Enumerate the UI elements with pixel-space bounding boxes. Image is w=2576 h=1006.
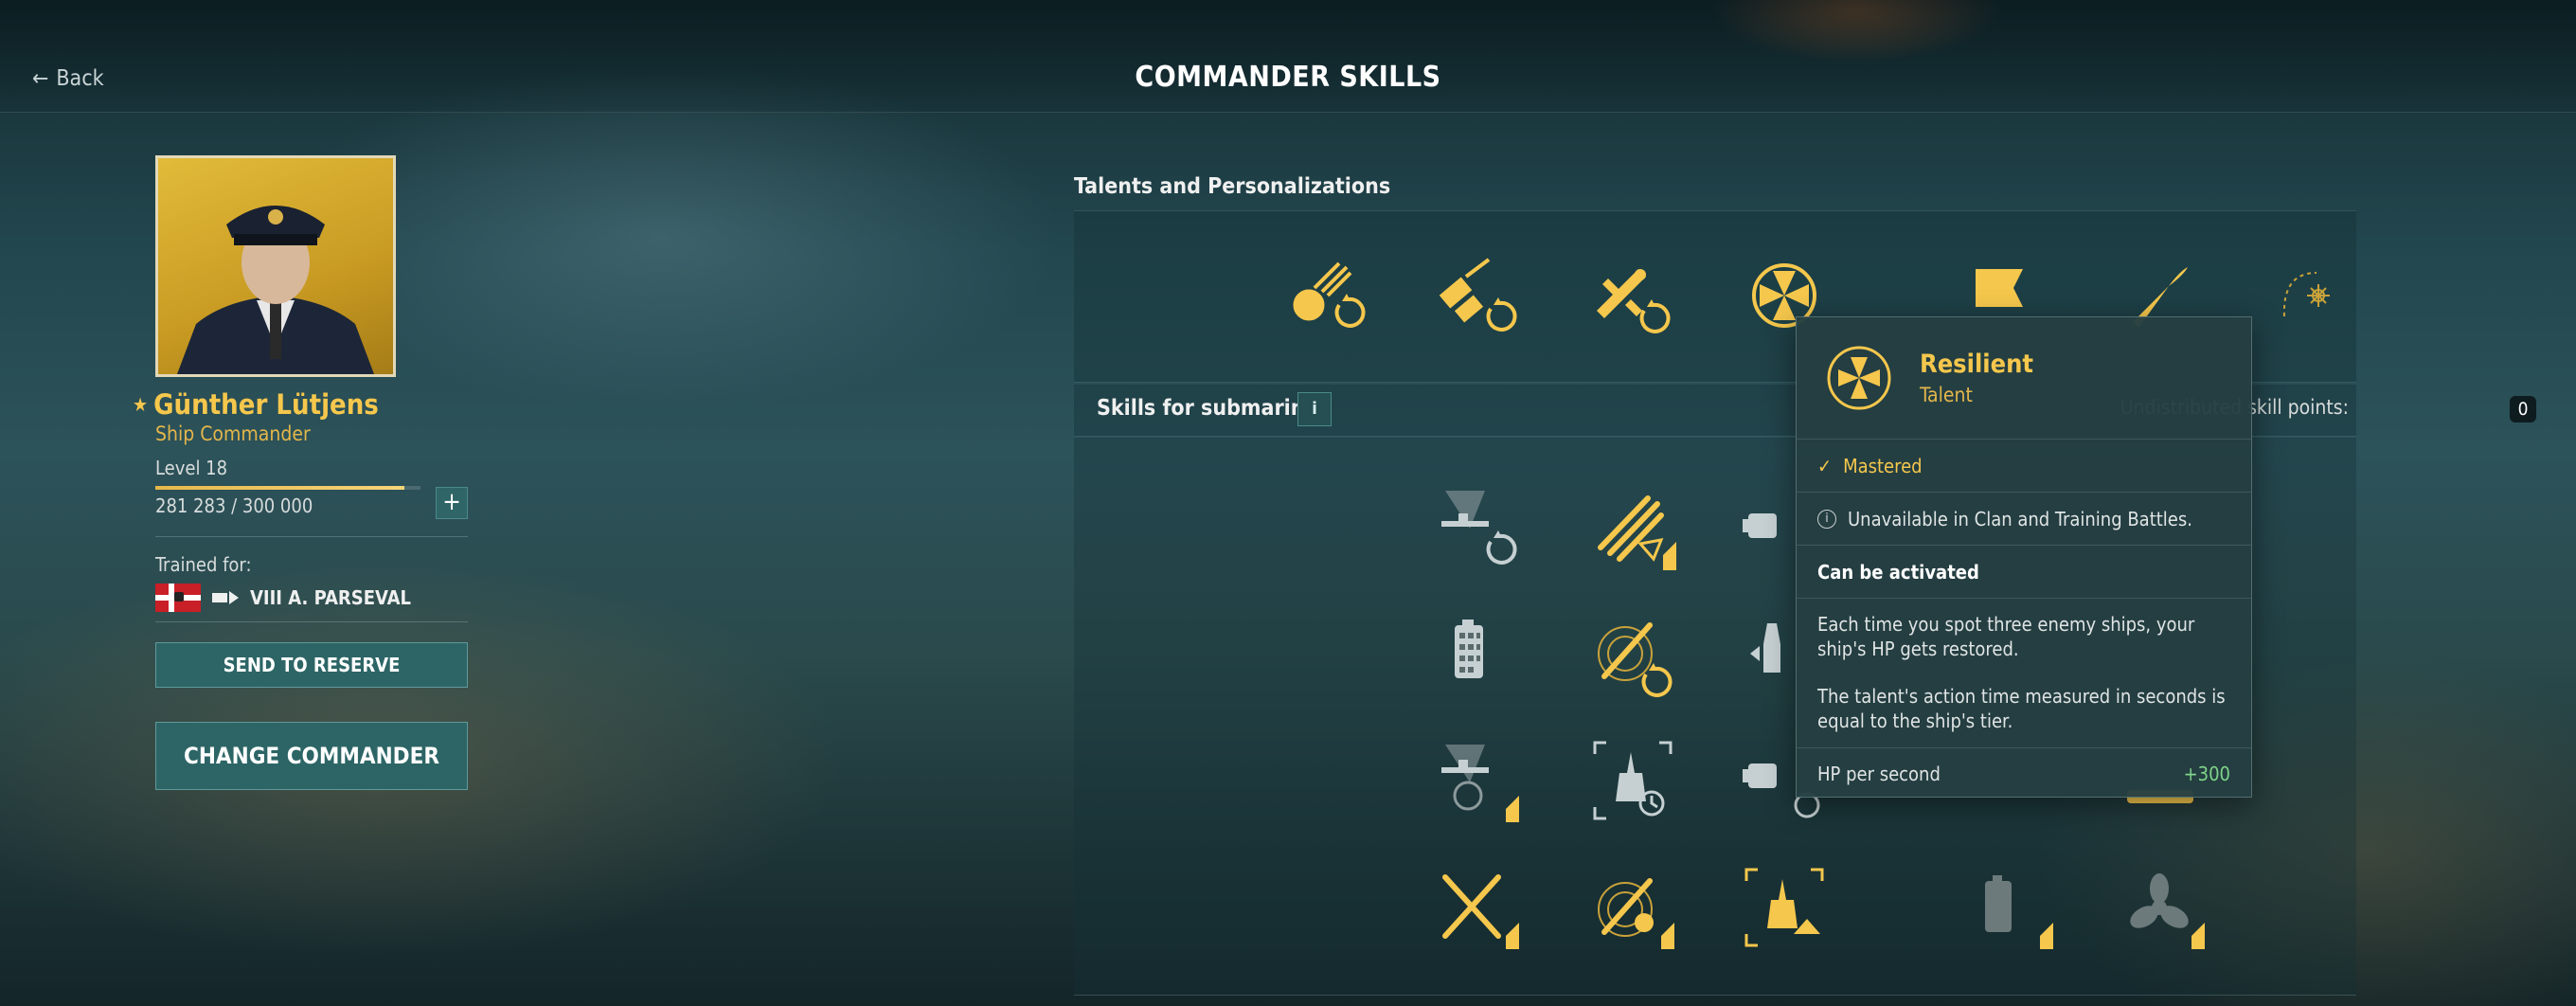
skill-sonar-speed-icon[interactable] (1432, 735, 1523, 826)
tooltip-title: Resilient (1920, 350, 2033, 379)
commander-name-text: Günther Lütjens (153, 388, 379, 421)
commander-name: ★ Günther Lütjens (133, 388, 379, 421)
send-to-reserve-button[interactable]: SEND TO RESERVE (155, 642, 468, 688)
tooltip-subtitle: Talent (1920, 384, 1973, 406)
talent-depth-charge-reload-icon[interactable] (1432, 250, 1523, 341)
stat-label: HP per second (1817, 763, 1941, 785)
talent-sonar-ping-icon[interactable] (2265, 250, 2356, 341)
commander-portrait (155, 155, 396, 377)
mastered-text: Mastered (1843, 454, 1923, 477)
tooltip-description: Each time you spot three enemy ships, yo… (1797, 599, 2251, 748)
skill-battery-icon[interactable] (1432, 606, 1523, 697)
trained-ship: VIII A. PARSEVAL (155, 584, 411, 612)
page-title-text: COMMANDER SKILLS (1135, 61, 1441, 94)
check-icon: ✓ (1817, 454, 1833, 477)
tooltip-activation: Can be activated (1797, 546, 2251, 599)
star-icon: ★ (133, 393, 149, 416)
commander-level: Level 18 (155, 457, 228, 479)
top-bar (0, 0, 2576, 113)
skill-torpedo-lock-icon[interactable] (1587, 481, 1678, 572)
commander-rank: Ship Commander (155, 422, 311, 445)
divider (155, 621, 468, 622)
change-commander-button[interactable]: CHANGE COMMANDER (155, 722, 468, 790)
stat-value: +300 (2183, 763, 2230, 785)
talent-aircraft-reload-icon[interactable] (1583, 250, 1674, 341)
xp-progress-bar (155, 486, 420, 490)
skill-sonar-reload-icon[interactable] (1432, 481, 1523, 572)
skill-ship-detection-icon[interactable] (1587, 735, 1678, 826)
tooltip-unavailable: i Unavailable in Clan and Training Battl… (1797, 493, 2251, 546)
divider (155, 536, 468, 537)
skills-info-button[interactable]: i (1297, 392, 1332, 426)
talent-tooltip: Resilient Talent ✓ Mastered i Unavailabl… (1796, 316, 2252, 798)
tooltip-desc-2: The talent's action time measured in sec… (1817, 685, 2226, 732)
skill-points-value: 0 (2510, 396, 2536, 422)
trained-ship-name: VIII A. PARSEVAL (250, 586, 411, 609)
skill-ship-alert-icon[interactable] (1739, 862, 1830, 953)
skills-title: Skills for submarines (1097, 396, 1330, 421)
german-flag-icon (155, 584, 201, 612)
skill-propeller-icon[interactable] (2118, 862, 2209, 953)
info-circle-icon: i (1817, 509, 1836, 529)
commander-avatar (177, 206, 374, 374)
talents-title: Talents and Personalizations (1074, 174, 1391, 199)
talent-torpedo-reload-icon[interactable] (1280, 250, 1371, 341)
xp-text: 281 283 / 300 000 (155, 494, 313, 517)
skill-torpedo-target-reload-icon[interactable] (1587, 606, 1678, 697)
skill-torpedo-flooding-icon[interactable] (1587, 862, 1678, 953)
resilient-icon (1825, 344, 1893, 412)
add-xp-button[interactable]: + (436, 487, 468, 519)
page-title: COMMANDER SKILLS (0, 61, 2576, 94)
tooltip-desc-1: Each time you spot three enemy ships, yo… (1817, 613, 2195, 660)
skill-battery-boost-icon[interactable] (1966, 862, 2057, 953)
xp-progress-fill (155, 486, 404, 490)
trained-for-label: Trained for: (155, 553, 252, 576)
submarine-class-icon (212, 591, 239, 604)
tooltip-mastered: ✓ Mastered (1797, 440, 2251, 493)
tooltip-header: Resilient Talent (1797, 317, 2251, 440)
unavailable-text: Unavailable in Clan and Training Battles… (1848, 507, 2192, 530)
skill-crossed-torpedoes-icon[interactable] (1432, 862, 1523, 953)
tooltip-stat: HP per second +300 (1797, 748, 2251, 799)
